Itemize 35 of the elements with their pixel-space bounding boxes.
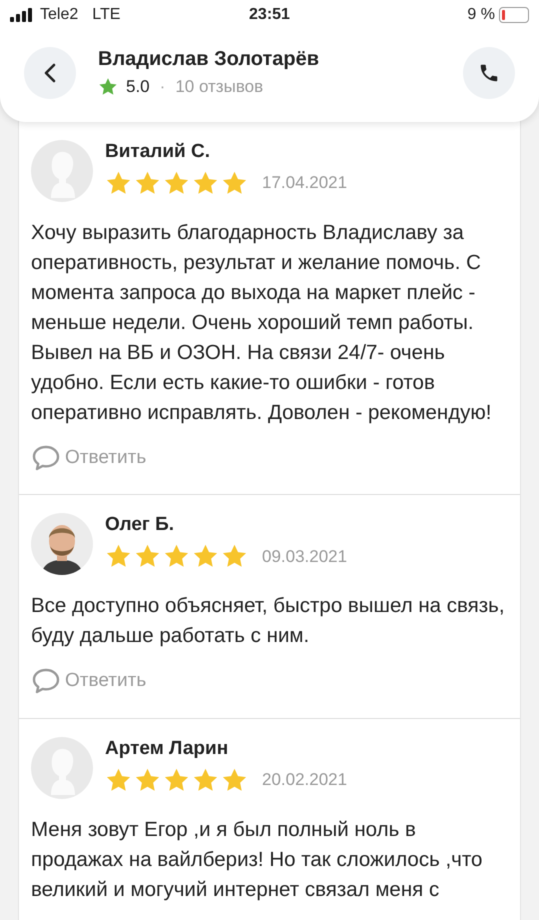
reply-link[interactable]: Ответить bbox=[31, 667, 146, 696]
reviewer-name: Артем Ларин bbox=[105, 736, 230, 760]
reviews-count: 10 отзывов bbox=[175, 76, 264, 98]
star-icon bbox=[221, 170, 248, 196]
carrier-name: Tele2 bbox=[40, 5, 78, 25]
battery-icon bbox=[498, 7, 529, 23]
profile-name: Владислав Золотарёв bbox=[98, 47, 320, 72]
star-icon bbox=[192, 170, 219, 196]
network-type: LTE bbox=[92, 5, 120, 25]
separator-dot: · bbox=[160, 76, 166, 98]
chevron-left-icon bbox=[44, 62, 56, 83]
review-text: Хочу выразить благодарность Владиславу за оперативность, результат и желание помочь. С момента запроса до выхода на маркет плейс - меньше недели. Очень хороший темп работы. Вывел на ВБ и ОЗОН. На связи 24/7- очень удобно. Если есть какие-то ошибки - готов оперативно исправлять. Доволен - рекомендую! bbox=[31, 220, 492, 426]
reply-link[interactable]: Ответить bbox=[31, 444, 146, 472]
review-text: Меня зовут Егор ,и я был полный ноль в продажах на вайлбериз! Но так сложилось ,что великий и могучий интернет связал меня с bbox=[31, 816, 484, 902]
star-icon bbox=[105, 170, 132, 196]
reviewer-name: Олег Б. bbox=[105, 513, 176, 537]
review-text: Все доступно объясняет, быстро вышел на связь, буду дальше работать с ним. bbox=[31, 593, 506, 649]
star-icon bbox=[134, 766, 161, 794]
star-icon bbox=[98, 76, 118, 97]
review-date: 20.02.2021 bbox=[262, 769, 348, 792]
review-date: 17.04.2021 bbox=[262, 172, 348, 194]
chat-icon bbox=[31, 444, 61, 472]
reviewer-name: Виталий С. bbox=[105, 140, 211, 164]
clock-time: 23:51 bbox=[249, 5, 290, 25]
rating-value: 5.0 bbox=[126, 76, 150, 98]
star-icon bbox=[105, 766, 132, 794]
chat-icon bbox=[31, 667, 61, 696]
star-icon bbox=[163, 170, 190, 196]
star-icon bbox=[163, 766, 190, 794]
star-icon bbox=[192, 766, 219, 794]
star-icon bbox=[221, 766, 248, 794]
signal-icon bbox=[10, 8, 34, 22]
star-icon bbox=[134, 170, 161, 196]
review-date: 09.03.2021 bbox=[262, 546, 348, 568]
battery-percent: 9 % bbox=[467, 5, 495, 25]
